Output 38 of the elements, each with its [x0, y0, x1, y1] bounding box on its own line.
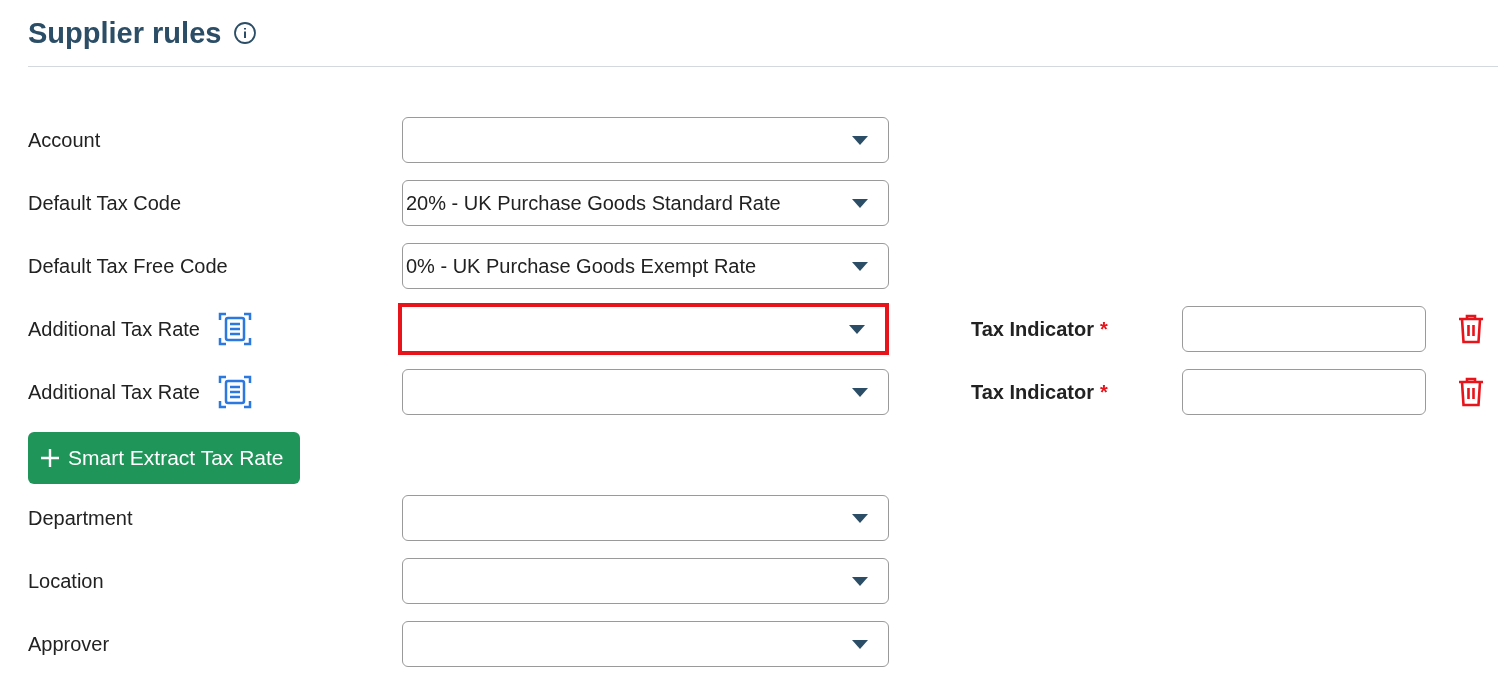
- field-label: Additional Tax Rate: [28, 380, 200, 404]
- delete-icon[interactable]: [1458, 314, 1484, 344]
- dropdown-field[interactable]: [402, 369, 889, 415]
- dropdown-field[interactable]: [402, 621, 889, 667]
- dropdown-value: 0% - UK Purchase Goods Exempt Rate: [406, 254, 758, 278]
- dropdown-value: 20% - UK Purchase Goods Standard Rate: [406, 191, 782, 215]
- plus-icon: [40, 448, 60, 468]
- caret-icon: [852, 387, 868, 397]
- dropdown-field[interactable]: [402, 117, 889, 163]
- caret-icon: [849, 324, 865, 334]
- caret-icon: [852, 198, 868, 208]
- dropdown-field[interactable]: [398, 303, 889, 355]
- caret-icon: [852, 513, 868, 523]
- scan-document-icon[interactable]: [217, 311, 252, 347]
- field-label: Location: [28, 569, 104, 593]
- caret-icon: [852, 261, 868, 271]
- info-icon[interactable]: [233, 21, 258, 45]
- add-button[interactable]: Smart Extract Tax Rate: [28, 432, 300, 484]
- caret-icon: [852, 576, 868, 586]
- input-field[interactable]: [1182, 306, 1426, 352]
- field-label: Tax Indicator *: [971, 380, 1109, 404]
- field-label: Approver: [28, 632, 110, 656]
- delete-icon[interactable]: [1458, 377, 1484, 407]
- field-label: Department: [28, 506, 133, 530]
- field-label: Account: [28, 128, 101, 152]
- field-label: Default Tax Code: [28, 191, 182, 215]
- field-label: Additional Tax Rate: [28, 317, 200, 341]
- input-field[interactable]: [1182, 369, 1426, 415]
- dropdown-field[interactable]: [402, 495, 889, 541]
- dropdown-field[interactable]: [402, 558, 889, 604]
- field-label: Tax Indicator *: [971, 317, 1109, 341]
- field-label: Default Tax Free Code: [28, 254, 228, 278]
- dropdown-field[interactable]: 20% - UK Purchase Goods Standard Rate: [402, 180, 889, 226]
- dropdown-field[interactable]: 0% - UK Purchase Goods Exempt Rate: [402, 243, 889, 289]
- scan-document-icon[interactable]: [217, 374, 252, 410]
- section-title: Supplier rules: [28, 16, 222, 50]
- caret-icon: [852, 639, 868, 649]
- caret-icon: [852, 135, 868, 145]
